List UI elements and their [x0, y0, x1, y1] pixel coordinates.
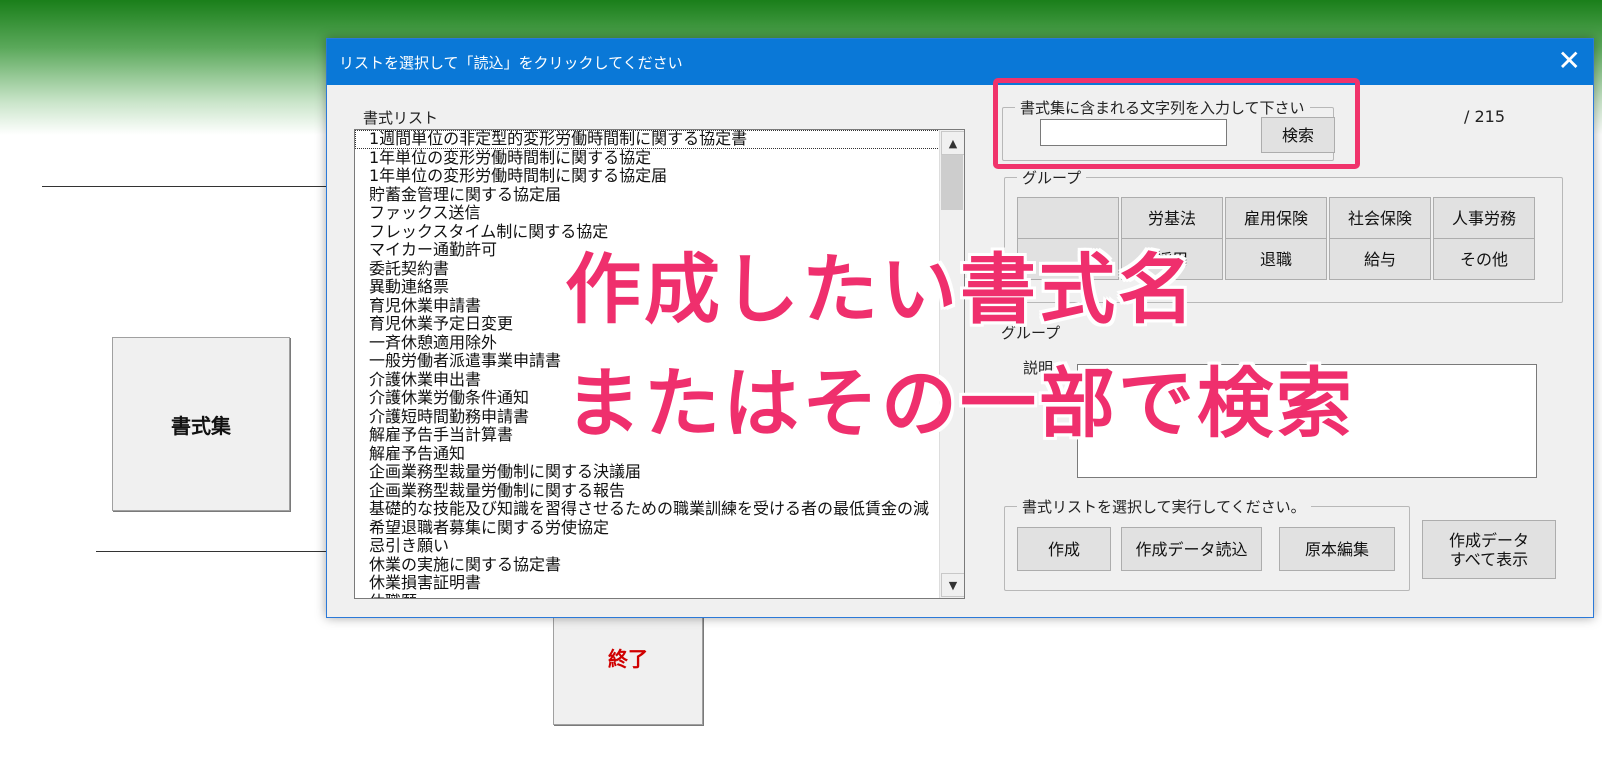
- scroll-thumb[interactable]: [941, 155, 963, 210]
- annotation-line1: 作成したい書式名: [565, 245, 1197, 334]
- dialog-titlebar: リストを選択して「読込」をクリックしてください ✕: [327, 39, 1593, 85]
- create-button[interactable]: 作成: [1017, 527, 1111, 571]
- group-button[interactable]: 人事労務: [1433, 197, 1535, 239]
- scroll-down-icon[interactable]: ▼: [941, 573, 964, 597]
- list-item[interactable]: 1年単位の変形労働時間制に関する協定: [355, 148, 964, 168]
- close-icon[interactable]: ✕: [1558, 44, 1581, 77]
- group-button[interactable]: その他: [1433, 238, 1535, 280]
- list-item[interactable]: 1週間単位の非定型的変形労働時間制に関する協定書: [355, 130, 964, 149]
- load-data-button[interactable]: 作成データ読込: [1121, 527, 1262, 571]
- edit-original-button[interactable]: 原本編集: [1279, 527, 1395, 571]
- list-item[interactable]: 休職願: [355, 592, 964, 598]
- list-item[interactable]: ファックス送信: [355, 204, 964, 223]
- count-text: / 215: [1464, 107, 1506, 126]
- dialog-title: リストを選択して「読込」をクリックしてください: [339, 54, 683, 72]
- list-item[interactable]: 休業の実施に関する協定書: [355, 555, 964, 575]
- annotation-line2: またはその一部で検索: [565, 359, 1355, 448]
- group-button[interactable]: 社会保険: [1329, 197, 1431, 239]
- group-title: グループ: [1017, 167, 1087, 188]
- list-item[interactable]: 忌引き願い: [355, 537, 964, 556]
- search-highlight: [993, 78, 1360, 169]
- group-button[interactable]: 給与: [1329, 238, 1431, 280]
- divider-line: [96, 551, 326, 552]
- scroll-up-icon[interactable]: ▲: [941, 131, 964, 155]
- list-item[interactable]: 休業損害証明書: [355, 574, 964, 593]
- list-item[interactable]: 1年単位の変形労働時間制に関する協定届: [355, 167, 964, 186]
- list-item[interactable]: 企画業務型裁量労働制に関する報告: [355, 481, 964, 501]
- list-label: 書式リスト: [363, 109, 439, 127]
- group-button[interactable]: 雇用保険: [1225, 197, 1327, 239]
- show-all-button[interactable]: 作成データ すべて表示: [1422, 520, 1556, 579]
- divider-line: [42, 186, 326, 187]
- shosiki-button[interactable]: 書式集: [112, 337, 290, 511]
- list-item[interactable]: 希望退職者募集に関する労使協定: [355, 518, 964, 538]
- list-item[interactable]: 企画業務型裁量労働制に関する決議届: [355, 463, 964, 482]
- list-item[interactable]: 貯蓄金管理に関する協定届: [355, 185, 964, 205]
- actions-group-title: 書式リストを選択して実行してください。: [1017, 496, 1311, 517]
- list-item[interactable]: 基礎的な技能及び知識を習得させるための職業訓練を受ける者の最低賃金の減: [355, 500, 964, 519]
- group-button[interactable]: 退職: [1225, 238, 1327, 280]
